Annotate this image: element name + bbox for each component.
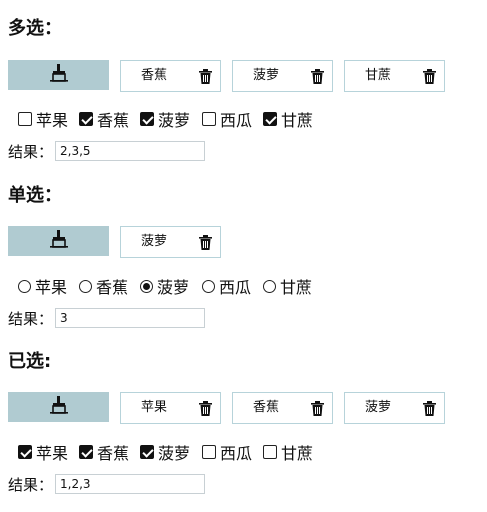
option-pineapple[interactable]: 菠萝 [140,441,190,463]
radio[interactable] [140,279,153,293]
option-label: 香蕉 [96,278,129,297]
option-apple[interactable]: 苹果 [18,275,67,297]
option-label: 菠萝 [158,444,191,463]
tag-label: 苹果 [140,400,167,415]
option-label: 苹果 [36,111,69,130]
option-apple[interactable]: 苹果 [18,441,68,463]
option-watermelon[interactable]: 西瓜 [202,108,252,130]
multi-result-row: 结果： [8,140,206,162]
option-label: 苹果 [35,278,68,297]
multi-select-title: 多选： [8,18,62,39]
option-label: 西瓜 [220,111,253,130]
trash-icon[interactable] [198,68,212,84]
checkbox[interactable] [79,445,93,459]
option-watermelon[interactable]: 西瓜 [202,275,251,297]
radio[interactable] [263,279,276,293]
checkbox[interactable] [18,112,32,126]
trash-icon[interactable] [310,68,324,84]
multi-clear-button[interactable] [8,60,109,90]
option-apple[interactable]: 苹果 [18,108,68,130]
option-watermelon[interactable]: 西瓜 [202,441,252,463]
option-sugarcane[interactable]: 甘蔗 [263,108,313,130]
tag-label: 菠萝 [140,234,167,249]
selected-result-input[interactable] [55,474,206,494]
option-banana[interactable]: 香蕉 [79,441,129,463]
multi-tag: 香蕉 [120,60,221,92]
single-tag: 菠萝 [120,226,221,258]
single-select-title: 单选： [8,185,62,206]
checkbox[interactable] [263,112,277,126]
option-label: 菠萝 [157,278,190,297]
selected-clear-button[interactable] [8,392,109,422]
tag-label: 香蕉 [140,68,167,83]
option-label: 西瓜 [219,278,252,297]
tag-label: 香蕉 [252,400,279,415]
selected-tag: 菠萝 [344,392,445,424]
checkbox[interactable] [18,445,32,459]
option-label: 苹果 [36,444,69,463]
radio[interactable] [202,279,215,293]
option-banana[interactable]: 香蕉 [79,275,128,297]
selected-result-row: 结果： [8,473,206,495]
result-label: 结果： [8,309,54,328]
option-sugarcane[interactable]: 甘蔗 [263,275,312,297]
option-pineapple[interactable]: 菠萝 [140,108,190,130]
result-label: 结果： [8,475,54,494]
option-label: 西瓜 [220,444,253,463]
option-label: 甘蔗 [280,278,313,297]
selected-title: 已选: [8,351,52,372]
option-label: 甘蔗 [281,111,314,130]
option-label: 甘蔗 [281,444,314,463]
trash-icon[interactable] [310,400,324,416]
trash-icon[interactable] [422,68,436,84]
trash-icon[interactable] [198,400,212,416]
tag-label: 菠萝 [252,68,279,83]
option-label: 香蕉 [97,444,130,463]
broom-icon [49,395,69,419]
trash-icon[interactable] [422,400,436,416]
radio[interactable] [18,279,31,293]
option-pineapple[interactable]: 菠萝 [140,275,189,297]
checkbox[interactable] [140,112,154,126]
radio[interactable] [79,279,92,293]
trash-icon[interactable] [198,234,212,250]
tag-label: 甘蔗 [364,68,391,83]
multi-tag: 菠萝 [232,60,333,92]
option-banana[interactable]: 香蕉 [79,108,129,130]
selected-tag: 苹果 [120,392,221,424]
option-label: 香蕉 [97,111,130,130]
broom-icon [49,63,69,87]
selected-tag: 香蕉 [232,392,333,424]
checkbox[interactable] [263,445,277,459]
single-result-row: 结果： [8,307,206,329]
checkbox[interactable] [202,112,216,126]
multi-tag: 甘蔗 [344,60,445,92]
option-sugarcane[interactable]: 甘蔗 [263,441,313,463]
result-label: 结果： [8,142,54,161]
single-clear-button[interactable] [8,226,109,256]
option-label: 菠萝 [158,111,191,130]
broom-icon [49,229,69,253]
tag-label: 菠萝 [364,400,391,415]
checkbox[interactable] [79,112,93,126]
checkbox[interactable] [202,445,216,459]
multi-result-input[interactable] [55,141,206,161]
checkbox[interactable] [140,445,154,459]
single-result-input[interactable] [55,308,206,328]
